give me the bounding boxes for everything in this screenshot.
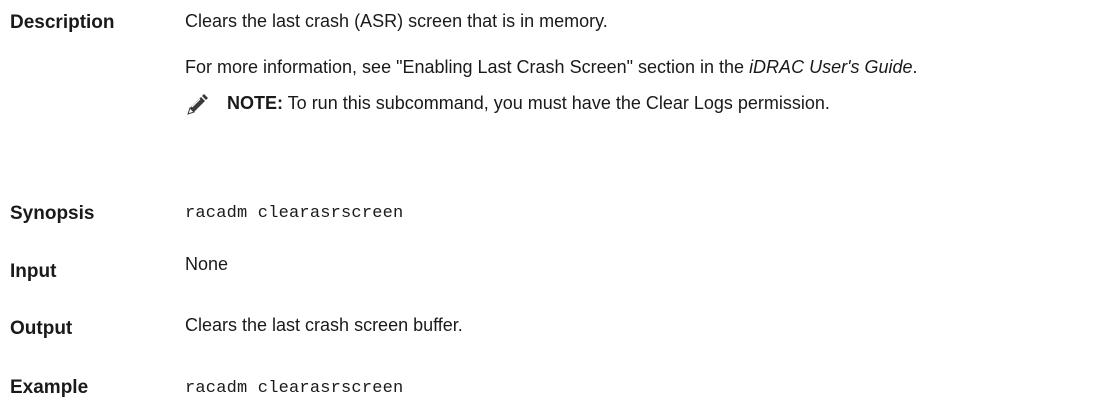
description-content: Clears the last crash (ASR) screen that … — [185, 8, 1085, 117]
example-code: racadm clearasrscreen — [185, 379, 404, 398]
output-label: Output — [10, 318, 73, 339]
more-info-prefix: For more information, see "Enabling Last… — [185, 57, 750, 77]
more-info-suffix: . — [912, 57, 918, 77]
input-text: None — [185, 254, 229, 274]
users-guide-reference: iDRAC User's Guide — [749, 57, 913, 77]
more-info-text: For more information, see "Enabling Last… — [185, 54, 1045, 81]
output-text: Clears the last crash screen buffer. — [185, 315, 463, 335]
example-label: Example — [10, 377, 89, 398]
pencil-note-icon — [185, 93, 209, 117]
description-text: Clears the last crash (ASR) screen that … — [185, 11, 608, 31]
description-label: Description — [10, 12, 115, 33]
synopsis-code: racadm clearasrscreen — [185, 204, 404, 223]
note-label: NOTE: — [227, 93, 283, 113]
note-text: To run this subcommand, you must have th… — [283, 93, 830, 113]
input-label: Input — [10, 261, 57, 282]
note-block: NOTE: To run this subcommand, you must h… — [185, 90, 1085, 117]
synopsis-label: Synopsis — [10, 203, 95, 224]
